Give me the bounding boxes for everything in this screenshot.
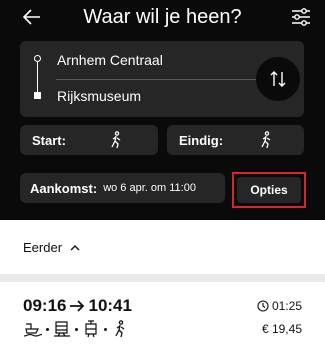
arrow-right-icon [70,300,85,312]
origin-marker-icon [34,55,41,62]
duration-value: 01:25 [271,299,302,313]
section-separator [0,274,325,282]
end-mode-button[interactable]: Eindig: [167,125,304,155]
ferry-icon [23,323,43,337]
start-mode-button[interactable]: Start: [20,125,158,155]
journey-times[interactable]: 09:16 10:41 [23,296,132,316]
journey-duration: 01:25 [257,299,302,313]
sliders-icon[interactable] [290,6,312,28]
arrival-label: Aankomst: [30,180,98,196]
chevron-up-icon [70,244,80,250]
journey-legs [23,320,130,338]
train-icon [54,321,70,337]
walking-icon [115,320,125,338]
leg-separator [46,327,49,331]
options-button[interactable]: Opties [237,177,301,203]
leg-separator [104,327,107,331]
tram-icon [85,320,97,338]
arrival-time-button[interactable]: Aankomst: wo 6 apr. om 11:00 [20,173,225,203]
search-panel: Waar wil je heen? Arnhem Centraal Rijksm… [0,0,325,220]
start-label: Start: [32,132,66,148]
route-box: Arnhem Centraal Rijksmuseum [20,41,304,117]
clock-icon [257,300,269,312]
origin-field[interactable]: Arnhem Centraal [57,52,163,68]
route-line [37,62,38,92]
earlier-label: Eerder [23,240,63,255]
swap-button[interactable] [256,57,300,101]
walking-icon [261,131,271,149]
swap-vertical-icon [270,71,286,87]
end-label: Eindig: [179,132,224,148]
earlier-button[interactable]: Eerder [23,240,80,255]
destination-marker-icon [34,92,41,99]
arrival-time: 10:41 [88,296,132,315]
journey-price: € 19,45 [261,322,302,336]
page-title: Waar wil je heen? [83,6,242,28]
leg-separator [75,327,78,331]
options-highlight: Opties [232,172,306,208]
back-arrow-icon[interactable] [20,5,44,29]
destination-field[interactable]: Rijksmuseum [57,88,141,104]
walking-icon [111,131,121,149]
arrival-value: wo 6 apr. om 11:00 [103,182,196,194]
departure-time: 09:16 [23,296,67,315]
